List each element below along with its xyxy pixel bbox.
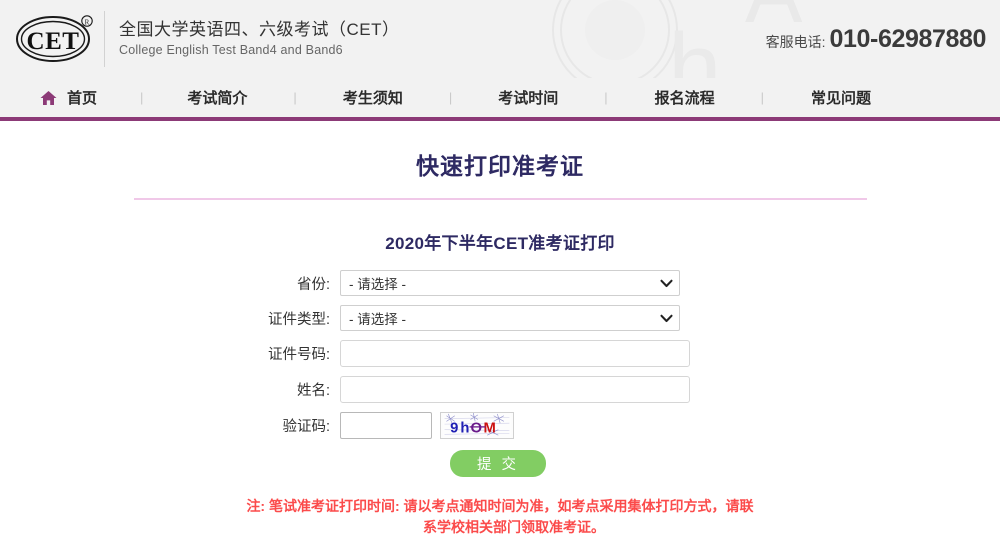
title-divider [133,198,867,200]
svg-text:M: M [483,420,495,436]
svg-text:R: R [85,19,90,27]
label-id-type: 证件类型: [267,311,330,328]
site-header: A h g CET R 全国大学英语四、六级考试（CET） College En… [0,0,1000,78]
captcha-image[interactable]: 9 h O M [440,412,514,439]
name-input[interactable] [340,376,690,403]
service-phone-block: 客服电话: 010-62987880 [766,25,1000,54]
nav-label-home: 首页 [67,90,98,107]
label-name: 姓名: [296,383,330,399]
nav-separator: | [448,90,453,105]
form-row-submit: 提 交 [0,450,1000,477]
form-row-name: 姓名: [0,376,1000,403]
form-row-captcha: 验证码: 9 h O M [0,412,1000,439]
note-line-1: 注: 笔试准考证打印时间: 请以考点通知时间为准，如考点采用集体打印方式，请联 [246,498,754,514]
service-phone-number: 010-62987880 [829,24,987,53]
nav-item-exam-time[interactable]: 考试时间 [498,87,558,108]
brand-name-en: College English Test Band4 and Band6 [119,43,343,57]
id-type-select-value: - 请选择 - [349,312,406,327]
form-title: 2020年下半年CET准考证打印 [385,234,615,253]
print-time-note: 注: 笔试准考证打印时间: 请以考点通知时间为准，如考点采用集体打印方式，请联 … [0,496,1000,538]
nav-separator: | [293,90,297,105]
cet-logo[interactable]: CET R [0,14,104,64]
label-captcha: 验证码: [282,419,330,435]
form-row-province: 省份: - 请选择 - [0,270,1000,296]
page-title: 快速打印准考证 [416,153,584,179]
label-id-number: 证件号码: [267,347,330,363]
captcha-input[interactable] [340,412,432,439]
home-icon [40,90,57,105]
id-number-input[interactable] [340,340,690,367]
brand-text: 全国大学英语四、六级考试（CET） College English Test B… [119,19,400,59]
logo-divider [104,11,105,67]
form-row-id-number: 证件号码: [0,340,1000,367]
svg-text:CET: CET [27,28,80,55]
form-row-id-type: 证件类型: - 请选择 - [0,305,1000,331]
nav-separator: | [760,90,765,105]
nav-label-registration-process: 报名流程 [654,90,715,107]
label-province: 省份: [296,276,330,293]
province-select[interactable]: - 请选择 - [340,270,680,296]
nav-item-candidate-notice[interactable]: 考生须知 [343,87,403,108]
nav-item-registration-process[interactable]: 报名流程 [655,87,715,108]
nav-label-exam-intro: 考试简介 [187,90,248,107]
main-content: 快速打印准考证 2020年下半年CET准考证打印 省份: - 请选择 - 证件类… [0,121,1000,538]
id-type-select[interactable]: - 请选择 - [340,305,680,331]
svg-text:h: h [460,420,469,436]
nav-item-exam-intro[interactable]: 考试简介 [187,87,247,108]
main-navigation: 首页 | 考试简介 | 考生须知 | 考试时间 | 报名流程 | 常见问题 [0,78,1000,121]
nav-separator: | [140,90,144,105]
svg-text:9: 9 [450,420,458,436]
service-phone-label: 客服电话: [765,33,826,50]
nav-item-faq[interactable]: 常见问题 [811,87,871,108]
submit-button[interactable]: 提 交 [450,450,546,477]
nav-separator: | [604,90,608,105]
brand-name-cn: 全国大学英语四、六级考试（CET） [119,20,400,39]
note-line-2: 系学校相关部门领取准考证。 [423,519,605,535]
nav-label-candidate-notice: 考生须知 [342,90,403,107]
sidebar-item-home[interactable]: 首页 [40,87,97,108]
nav-label-faq: 常见问题 [811,90,872,107]
nav-label-exam-time: 考试时间 [498,90,559,107]
print-admission-ticket-form: 省份: - 请选择 - 证件类型: - 请选择 - 证件号码: 姓名: 验证码:… [0,270,1000,477]
chevron-down-icon [660,279,673,287]
svg-text:O: O [471,420,483,436]
chevron-down-icon [660,314,673,322]
province-select-value: - 请选择 - [349,277,406,292]
